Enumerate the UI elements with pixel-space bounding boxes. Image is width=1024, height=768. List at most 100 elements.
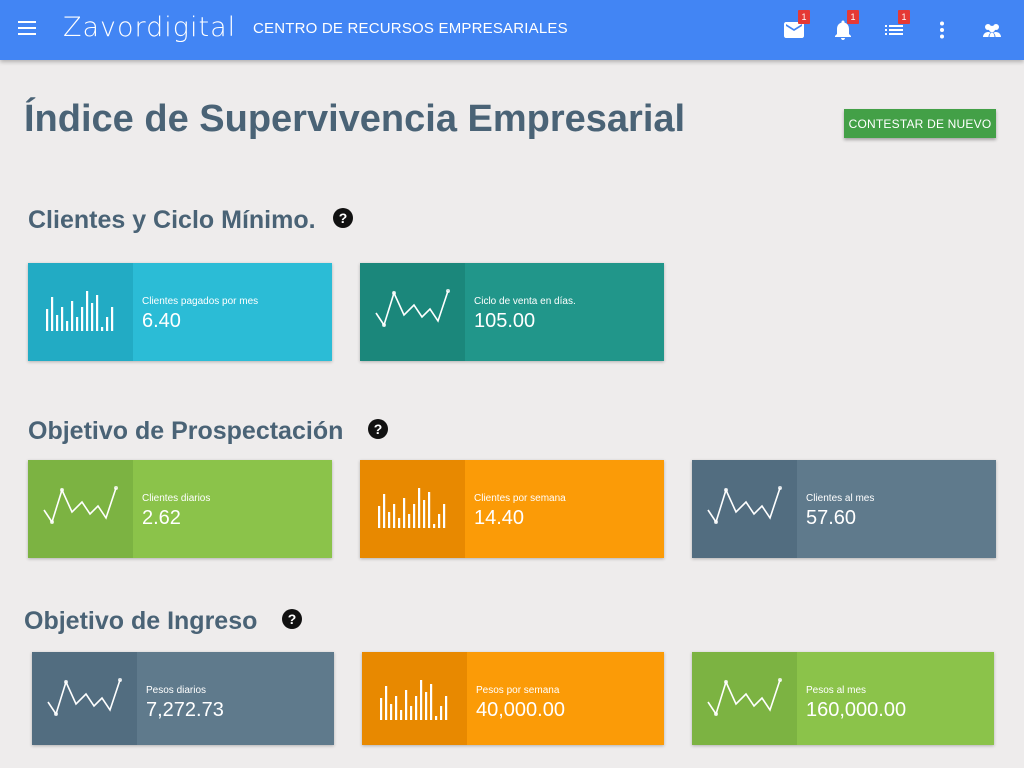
sparkline-bar: [71, 301, 74, 331]
sparkline-bar: [415, 696, 418, 720]
app-subtitle: CENTRO DE RECURSOS EMPRESARIALES: [253, 20, 568, 37]
users-group-icon[interactable]: [980, 18, 1004, 42]
menu-icon[interactable]: [18, 21, 36, 35]
sparkline-bar: [405, 690, 408, 720]
metric-label: Ciclo de venta en días.: [474, 296, 576, 307]
metric-value: 57.60: [806, 507, 857, 529]
metric-card-monthly-clients[interactable]: Clientes al mes 57.60: [692, 460, 996, 558]
sparkline-bar: [101, 327, 104, 331]
metric-card-weekly-clients[interactable]: Clientes por semana 14.40: [360, 460, 664, 558]
sparkline-line: [375, 290, 449, 327]
metric-value: 6.40: [142, 310, 181, 332]
section-title-text: Objetivo de Ingreso: [24, 607, 258, 635]
sparkline-line: [43, 487, 117, 524]
sparkline-bar: [51, 297, 54, 331]
sparkline-bar: [388, 512, 391, 528]
metric-value: 40,000.00: [476, 699, 565, 721]
sparkline-bar: [438, 514, 441, 528]
sparkline-bar: [423, 500, 426, 528]
metric-card-daily-pesos[interactable]: Pesos diarios 7,272.73: [32, 652, 334, 745]
sparkline-bar: [383, 494, 386, 528]
section-title-clients: Clientes y Ciclo Mínimo. ?: [28, 206, 353, 235]
bar-sparkline: [28, 263, 133, 361]
sparkline-bar: [393, 504, 396, 528]
sparkline-point: [114, 486, 118, 490]
sparkline-point: [714, 712, 718, 716]
sparkline-bar: [440, 706, 443, 720]
metric-value: 7,272.73: [146, 699, 224, 721]
sparkline-bar: [378, 506, 381, 528]
sparkline-point: [60, 488, 64, 492]
section-title-text: Clientes y Ciclo Mínimo.: [28, 206, 316, 234]
help-icon[interactable]: ?: [368, 419, 389, 440]
metric-value: 160,000.00: [806, 699, 907, 721]
metric-label: Pesos diarios: [146, 685, 207, 696]
sparkline-bar: [56, 315, 59, 331]
metric-label: Pesos al mes: [806, 685, 867, 696]
sparkline-bar: [395, 696, 398, 720]
sparkline-point: [118, 678, 122, 682]
sparkline-point: [392, 291, 396, 295]
line-sparkline: [28, 460, 133, 558]
page-title: Índice de Supervivencia Empresarial: [24, 98, 686, 140]
tasks-badge: 1: [898, 10, 910, 24]
sparkline-bar: [420, 680, 423, 720]
line-sparkline: [692, 652, 797, 745]
sparkline-point: [778, 486, 782, 490]
sparkline-bar: [91, 303, 94, 331]
help-icon[interactable]: ?: [332, 208, 353, 229]
sparkline-bar: [111, 307, 114, 331]
sparkline-bar: [106, 317, 109, 331]
metric-label: Clientes al mes: [806, 493, 875, 504]
metric-card-weekly-pesos[interactable]: Pesos por semana 40,000.00: [362, 652, 664, 745]
metric-label: Clientes diarios: [142, 493, 211, 504]
app-logo[interactable]: Zavordigital: [63, 12, 236, 43]
sparkline-bar: [418, 488, 421, 528]
svg-text:?: ?: [374, 421, 383, 437]
sparkline-point: [724, 680, 728, 684]
sparkline-bar: [428, 492, 431, 528]
sparkline-bar: [433, 524, 436, 528]
sparkline-line: [707, 487, 781, 524]
metric-card-sales-cycle[interactable]: Ciclo de venta en días. 105.00: [360, 263, 664, 361]
metric-card-paid-clients[interactable]: Clientes pagados por mes 6.40: [28, 263, 332, 361]
metric-label: Clientes por semana: [474, 493, 566, 504]
mail-badge: 1: [798, 10, 810, 24]
sparkline-bar: [435, 716, 438, 720]
sparkline-bar: [400, 710, 403, 720]
bar-sparkline: [362, 652, 467, 745]
sparkline-bar: [96, 295, 99, 331]
answer-again-button[interactable]: CONTESTAR DE NUEVO: [844, 109, 996, 138]
section-title-text: Objetivo de Prospectación: [28, 417, 344, 445]
sparkline-line: [47, 679, 121, 716]
task-list-icon[interactable]: 1: [882, 10, 910, 42]
sparkline-bar: [445, 696, 448, 720]
sparkline-bar: [430, 684, 433, 720]
metric-card-monthly-pesos[interactable]: Pesos al mes 160,000.00: [692, 652, 994, 745]
mail-icon[interactable]: 1: [782, 10, 810, 42]
more-options-icon[interactable]: [930, 18, 954, 42]
sparkline-bar: [46, 309, 49, 331]
sparkline-point: [446, 289, 450, 293]
line-sparkline: [32, 652, 137, 745]
sparkline-point: [778, 678, 782, 682]
sparkline-bar: [81, 307, 84, 331]
section-title-prospecting: Objetivo de Prospectación ?: [28, 417, 389, 446]
svg-text:?: ?: [338, 210, 347, 226]
sparkline-bar: [390, 704, 393, 720]
metric-card-daily-clients[interactable]: Clientes diarios 2.62: [28, 460, 332, 558]
sparkline-bar: [410, 706, 413, 720]
sparkline-bar: [86, 291, 89, 331]
sparkline-bar: [398, 518, 401, 528]
help-icon[interactable]: ?: [282, 609, 303, 630]
metric-value: 14.40: [474, 507, 525, 529]
sparkline-bar: [380, 698, 383, 720]
sparkline-bar: [385, 686, 388, 720]
sparkline-bar: [76, 317, 79, 331]
sparkline-point: [50, 520, 54, 524]
sparkline-point: [724, 488, 728, 492]
sparkline-bar: [425, 692, 428, 720]
notifications-icon[interactable]: 1: [831, 10, 859, 42]
sparkline-bar: [408, 514, 411, 528]
sparkline-point: [714, 520, 718, 524]
